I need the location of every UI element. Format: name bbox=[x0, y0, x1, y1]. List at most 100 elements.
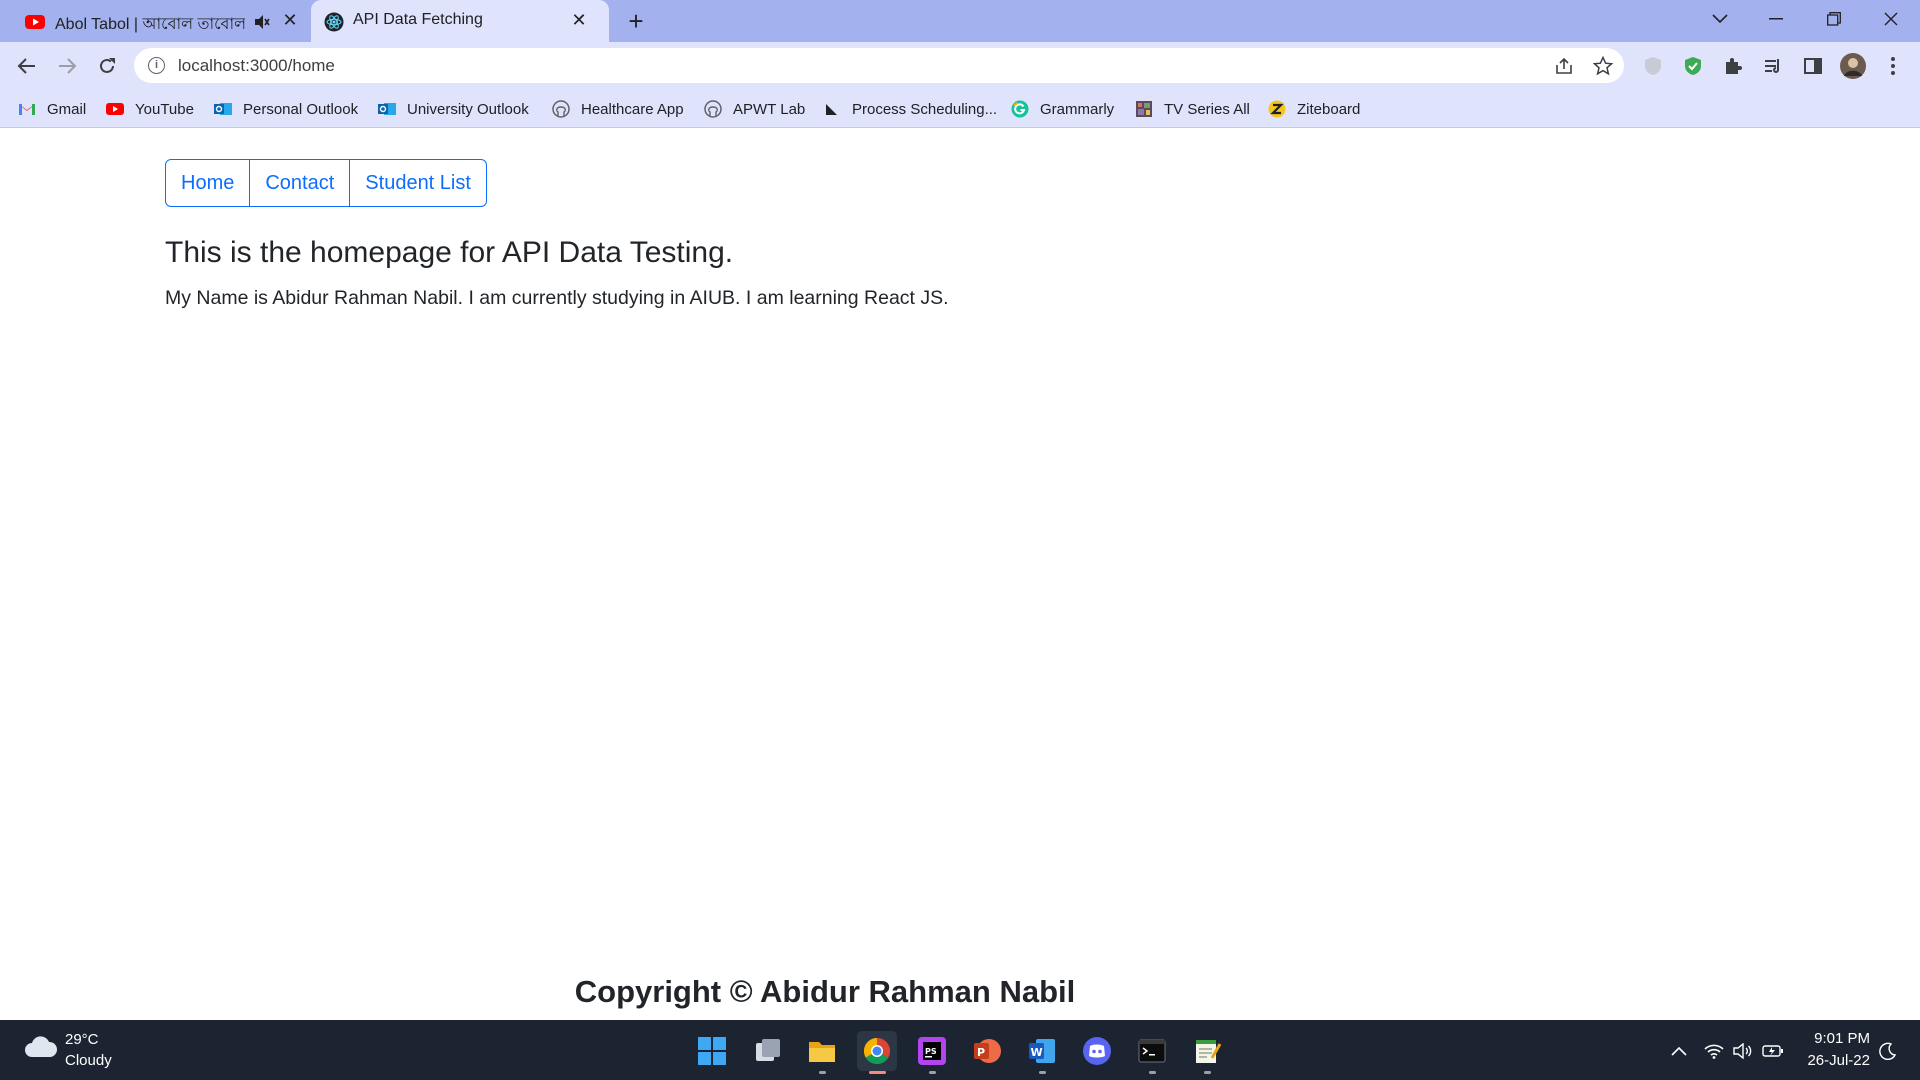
show-hidden-icons-icon[interactable] bbox=[1668, 1040, 1690, 1062]
flag-icon bbox=[826, 104, 837, 115]
adguard-extension-icon[interactable] bbox=[1680, 53, 1706, 79]
bookmark-apwt-lab[interactable]: APWT Lab bbox=[704, 98, 805, 120]
word-icon[interactable]: W bbox=[1022, 1031, 1062, 1074]
bookmark-label: University Outlook bbox=[407, 100, 529, 118]
running-indicator bbox=[1204, 1071, 1211, 1074]
outlook-icon bbox=[214, 103, 232, 115]
bookmark-process-scheduling[interactable]: Process Scheduling... bbox=[823, 98, 997, 120]
profile-avatar[interactable] bbox=[1840, 53, 1866, 79]
page-footer: Copyright © Abidur Rahman Nabil bbox=[574, 974, 1076, 1009]
gmail-icon bbox=[19, 104, 35, 115]
nav-link-home[interactable]: Home bbox=[166, 160, 249, 206]
screen: Abol Tabol | আবোল তাবোল | ✕ API Data Fet… bbox=[0, 0, 1920, 1080]
bookmark-label: APWT Lab bbox=[733, 100, 806, 118]
minimize-button[interactable] bbox=[1762, 8, 1790, 30]
weather-temperature: 29°C bbox=[65, 1031, 99, 1048]
bookmark-university-outlook[interactable]: University Outlook bbox=[378, 98, 529, 120]
task-view-icon[interactable] bbox=[748, 1031, 788, 1071]
media-control-icon[interactable] bbox=[1760, 53, 1786, 79]
shield-extension-icon[interactable] bbox=[1640, 53, 1666, 79]
github-icon bbox=[552, 100, 570, 118]
svg-text:W: W bbox=[1031, 1046, 1043, 1059]
svg-text:PS: PS bbox=[925, 1047, 937, 1056]
site-info-icon[interactable]: i bbox=[148, 57, 165, 74]
running-indicator bbox=[869, 1071, 886, 1074]
youtube-icon bbox=[25, 15, 45, 29]
url-text[interactable]: localhost:3000/home bbox=[178, 56, 335, 76]
back-button[interactable] bbox=[14, 53, 40, 79]
windows-start-icon[interactable] bbox=[692, 1031, 732, 1071]
running-indicator bbox=[929, 1071, 936, 1074]
svg-text:P: P bbox=[977, 1046, 985, 1059]
tab-title: Abol Tabol | আবোল তাবোল | bbox=[55, 16, 245, 33]
restore-button[interactable] bbox=[1820, 8, 1848, 30]
running-indicator bbox=[1039, 1071, 1046, 1074]
bookmark-ziteboard[interactable]: Ziteboard bbox=[1268, 98, 1360, 120]
bookmark-star-icon[interactable] bbox=[1593, 56, 1613, 76]
tab-search-icon[interactable] bbox=[1706, 8, 1734, 30]
powerpoint-icon[interactable]: P bbox=[967, 1031, 1007, 1071]
focus-assist-icon[interactable] bbox=[1877, 1040, 1899, 1062]
phpstorm-icon[interactable]: PS bbox=[912, 1031, 952, 1074]
bookmark-label: Grammarly bbox=[1040, 100, 1115, 118]
discord-icon[interactable] bbox=[1077, 1031, 1117, 1071]
page-nav: Home Contact Student List bbox=[165, 159, 487, 207]
react-icon bbox=[324, 12, 344, 32]
reload-button[interactable] bbox=[94, 53, 120, 79]
bookmark-label: Ziteboard bbox=[1297, 100, 1361, 118]
film-icon bbox=[1136, 101, 1152, 117]
windows-taskbar: 29°C Cloudy PS P W 9:01 PM 26-Jul-22 bbox=[0, 1020, 1920, 1080]
extensions-puzzle-icon[interactable] bbox=[1720, 53, 1746, 79]
ziteboard-icon bbox=[1268, 100, 1286, 118]
volume-icon[interactable] bbox=[1732, 1040, 1754, 1062]
new-tab-button[interactable]: + bbox=[622, 8, 650, 36]
address-bar[interactable]: i localhost:3000/home bbox=[134, 48, 1624, 83]
bookmark-label: Gmail bbox=[47, 100, 87, 118]
tab-api-data-fetching[interactable]: API Data Fetching ✕ bbox=[311, 0, 609, 42]
share-icon[interactable] bbox=[1554, 56, 1574, 76]
running-indicator bbox=[819, 1071, 826, 1074]
grammarly-icon bbox=[1011, 100, 1029, 118]
bookmark-label: YouTube bbox=[135, 100, 194, 118]
tab-youtube[interactable]: Abol Tabol | আবোল তাবোল | ✕ bbox=[0, 0, 308, 42]
clock-date: 26-Jul-22 bbox=[1807, 1052, 1870, 1069]
bookmark-label: Personal Outlook bbox=[243, 100, 359, 118]
intro-paragraph: My Name is Abidur Rahman Nabil. I am cur… bbox=[165, 287, 949, 309]
chrome-icon[interactable] bbox=[857, 1031, 897, 1074]
terminal-icon[interactable] bbox=[1132, 1031, 1172, 1074]
bookmark-youtube[interactable]: YouTube bbox=[106, 98, 194, 120]
bookmark-personal-outlook[interactable]: Personal Outlook bbox=[214, 98, 358, 120]
tab-title: API Data Fetching bbox=[353, 11, 483, 28]
close-window-button[interactable] bbox=[1877, 8, 1905, 30]
chrome-menu-icon[interactable] bbox=[1880, 53, 1906, 79]
close-tab-icon[interactable]: ✕ bbox=[569, 10, 589, 30]
tab-strip: Abol Tabol | আবোল তাবোল | ✕ API Data Fet… bbox=[0, 0, 1920, 42]
close-tab-icon[interactable]: ✕ bbox=[280, 10, 300, 30]
youtube-icon bbox=[106, 103, 124, 115]
file-explorer-icon[interactable] bbox=[802, 1031, 842, 1074]
bookmark-tv-series-all[interactable]: TV Series All bbox=[1135, 98, 1250, 120]
nav-link-contact[interactable]: Contact bbox=[249, 160, 349, 206]
bookmark-gmail[interactable]: Gmail bbox=[18, 98, 86, 120]
bookmarks-bar: Gmail YouTube Personal Outlook Universit… bbox=[0, 89, 1920, 128]
outlook-icon bbox=[378, 103, 396, 115]
battery-icon[interactable] bbox=[1762, 1040, 1784, 1062]
notepad-icon[interactable] bbox=[1187, 1031, 1227, 1074]
running-indicator bbox=[1149, 1071, 1156, 1074]
github-icon bbox=[704, 100, 722, 118]
clock-time: 9:01 PM bbox=[1814, 1030, 1870, 1047]
weather-description: Cloudy bbox=[65, 1052, 112, 1069]
page-heading: This is the homepage for API Data Testin… bbox=[165, 236, 734, 269]
bookmark-label: Process Scheduling... bbox=[852, 100, 998, 118]
bookmark-healthcare-app[interactable]: Healthcare App bbox=[552, 98, 684, 120]
browser-toolbar: i localhost:3000/home bbox=[0, 42, 1920, 89]
cloud-icon bbox=[25, 1036, 58, 1057]
side-panel-icon[interactable] bbox=[1800, 53, 1826, 79]
bookmark-label: TV Series All bbox=[1164, 100, 1250, 118]
nav-link-student-list[interactable]: Student List bbox=[349, 160, 486, 206]
speaker-muted-icon[interactable] bbox=[254, 14, 270, 30]
bookmark-grammarly[interactable]: Grammarly bbox=[1011, 98, 1114, 120]
bookmark-label: Healthcare App bbox=[581, 100, 684, 118]
wifi-icon[interactable] bbox=[1703, 1040, 1725, 1062]
forward-button[interactable] bbox=[54, 53, 80, 79]
